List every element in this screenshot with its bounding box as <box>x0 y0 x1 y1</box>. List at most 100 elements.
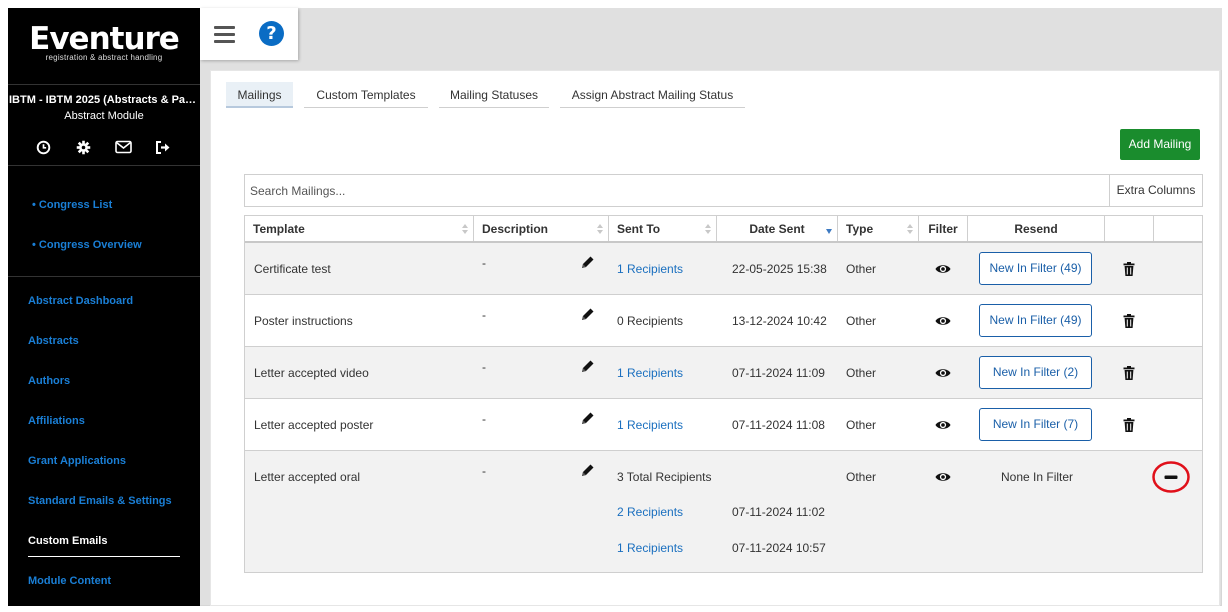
edit-pencil-icon[interactable] <box>581 307 595 321</box>
template-name: Letter accepted poster <box>254 418 374 432</box>
edit-pencil-icon[interactable] <box>581 463 595 477</box>
date-sent: 13-12-2024 10:42 <box>732 314 827 328</box>
sort-icon <box>597 224 603 234</box>
gear-icon[interactable] <box>74 138 92 156</box>
envelope-icon[interactable] <box>114 138 132 156</box>
sent-to-link[interactable]: 1 Recipients <box>617 262 683 276</box>
collapse-minus-icon[interactable] <box>1152 461 1190 493</box>
column-header-sent-to[interactable]: Sent To <box>609 216 717 242</box>
column-header-expand <box>1154 216 1202 242</box>
sidebar-item-authors[interactable]: Authors <box>28 375 70 387</box>
sent-to-link[interactable]: 1 Recipients <box>617 366 683 380</box>
sidebar-item-module-content[interactable]: Module Content <box>28 575 111 587</box>
sidebar: Eventure registration & abstract handlin… <box>8 8 200 606</box>
active-item-underline <box>28 556 180 557</box>
sidebar-icon-bar <box>32 138 182 158</box>
sidebar-divider <box>8 165 200 166</box>
column-header-type[interactable]: Type <box>838 216 919 242</box>
sent-to-link[interactable]: 1 Recipients <box>617 418 683 432</box>
module-name: Abstract Module <box>64 110 144 122</box>
resend-new-in-filter-button[interactable]: New In Filter (49) <box>979 304 1092 337</box>
date-sent: 07-11-2024 11:02 <box>732 505 825 519</box>
column-header-delete <box>1105 216 1154 242</box>
edit-pencil-icon[interactable] <box>581 359 595 373</box>
tab-mailings[interactable]: Mailings <box>226 82 293 108</box>
sent-to-total: 3 Total Recipients <box>617 470 712 484</box>
sidebar-item-abstract-dashboard[interactable]: Abstract Dashboard <box>28 295 133 307</box>
table-row: Letter accepted video - 1 Recipients 07-… <box>245 347 1202 399</box>
edit-pencil-icon[interactable] <box>581 411 595 425</box>
resend-new-in-filter-button[interactable]: New In Filter (7) <box>979 408 1092 441</box>
top-header <box>200 8 1222 70</box>
sidebar-link-congress-list[interactable]: • Congress List <box>32 199 112 211</box>
description-value: - <box>482 464 486 478</box>
trash-icon[interactable] <box>1123 418 1135 432</box>
type-value: Other <box>846 470 877 484</box>
search-input[interactable] <box>244 174 1110 207</box>
column-header-filter: Filter <box>919 216 968 242</box>
template-name: Letter accepted video <box>254 366 369 380</box>
type-value: Other <box>846 418 877 432</box>
template-name: Certificate test <box>254 262 331 276</box>
header-button-group: ? <box>200 8 298 60</box>
sent-to-link[interactable]: 1 Recipients <box>617 541 683 555</box>
view-filter-eye-icon[interactable] <box>935 315 951 327</box>
sent-to-value: 0 Recipients <box>617 314 684 328</box>
tab-assign-abstract-mailing-status[interactable]: Assign Abstract Mailing Status <box>560 82 745 108</box>
sort-icon <box>462 224 468 234</box>
table-row-expanded: Letter accepted oral - 3 Total Recipient… <box>245 451 1202 572</box>
sidebar-item-affiliations[interactable]: Affiliations <box>28 415 85 427</box>
description-value: - <box>482 256 486 270</box>
sidebar-item-custom-emails[interactable]: Custom Emails <box>28 535 107 547</box>
trash-icon[interactable] <box>1123 314 1135 328</box>
sidebar-link-congress-overview[interactable]: • Congress Overview <box>32 239 142 251</box>
tab-custom-templates[interactable]: Custom Templates <box>304 82 428 108</box>
column-header-date-sent[interactable]: Date Sent <box>717 216 838 242</box>
sort-descending-icon <box>826 229 832 234</box>
sidebar-item-grant-applications[interactable]: Grant Applications <box>28 455 126 467</box>
view-filter-eye-icon[interactable] <box>935 471 951 483</box>
column-header-description[interactable]: Description <box>474 216 609 242</box>
logout-icon[interactable] <box>154 138 172 156</box>
view-filter-eye-icon[interactable] <box>935 367 951 379</box>
resend-new-in-filter-button[interactable]: New In Filter (2) <box>979 356 1092 389</box>
view-filter-eye-icon[interactable] <box>935 419 951 431</box>
sent-to-link[interactable]: 2 Recipients <box>617 505 683 519</box>
congress-name: IBTM - IBTM 2025 (Abstracts & Papers) <box>9 94 200 106</box>
sort-icon <box>705 224 711 234</box>
template-name: Poster instructions <box>254 314 353 328</box>
column-header-resend: Resend <box>968 216 1105 242</box>
hamburger-icon[interactable] <box>214 26 236 44</box>
type-value: Other <box>846 262 877 276</box>
type-value: Other <box>846 314 877 328</box>
sidebar-item-abstracts[interactable]: Abstracts <box>28 335 79 347</box>
table-row: Certificate test - 1 Recipients 22-05-20… <box>245 243 1202 295</box>
trash-icon[interactable] <box>1123 366 1135 380</box>
sidebar-item-standard-emails[interactable]: Standard Emails & Settings <box>28 495 172 507</box>
clock-icon[interactable] <box>34 138 52 156</box>
logo: Eventure registration & abstract handlin… <box>8 22 200 62</box>
table-row: Poster instructions - 0 Recipients 13-12… <box>245 295 1202 347</box>
mailings-table: Template Description Sent To Date Sent T… <box>244 215 1203 573</box>
column-header-template[interactable]: Template <box>245 216 474 242</box>
help-icon[interactable]: ? <box>259 21 284 46</box>
view-filter-eye-icon[interactable] <box>935 263 951 275</box>
extra-columns-button[interactable]: Extra Columns <box>1109 174 1203 207</box>
sort-icon <box>907 224 913 234</box>
description-value: - <box>482 308 486 322</box>
sidebar-divider <box>8 84 200 85</box>
sidebar-divider <box>8 276 200 277</box>
description-value: - <box>482 360 486 374</box>
resend-new-in-filter-button[interactable]: New In Filter (49) <box>979 252 1092 285</box>
table-row: Letter accepted poster - 1 Recipients 07… <box>245 399 1202 451</box>
date-sent: 07-11-2024 11:08 <box>732 418 825 432</box>
add-mailing-button[interactable]: Add Mailing <box>1120 129 1200 160</box>
template-name: Letter accepted oral <box>254 470 361 484</box>
date-sent: 07-11-2024 11:09 <box>732 366 825 380</box>
resend-status: None In Filter <box>1001 470 1074 484</box>
edit-pencil-icon[interactable] <box>581 255 595 269</box>
tab-mailing-statuses[interactable]: Mailing Statuses <box>439 82 549 108</box>
date-sent: 07-11-2024 10:57 <box>732 541 826 555</box>
trash-icon[interactable] <box>1123 262 1135 276</box>
logo-wordmark: Eventure <box>29 21 180 57</box>
